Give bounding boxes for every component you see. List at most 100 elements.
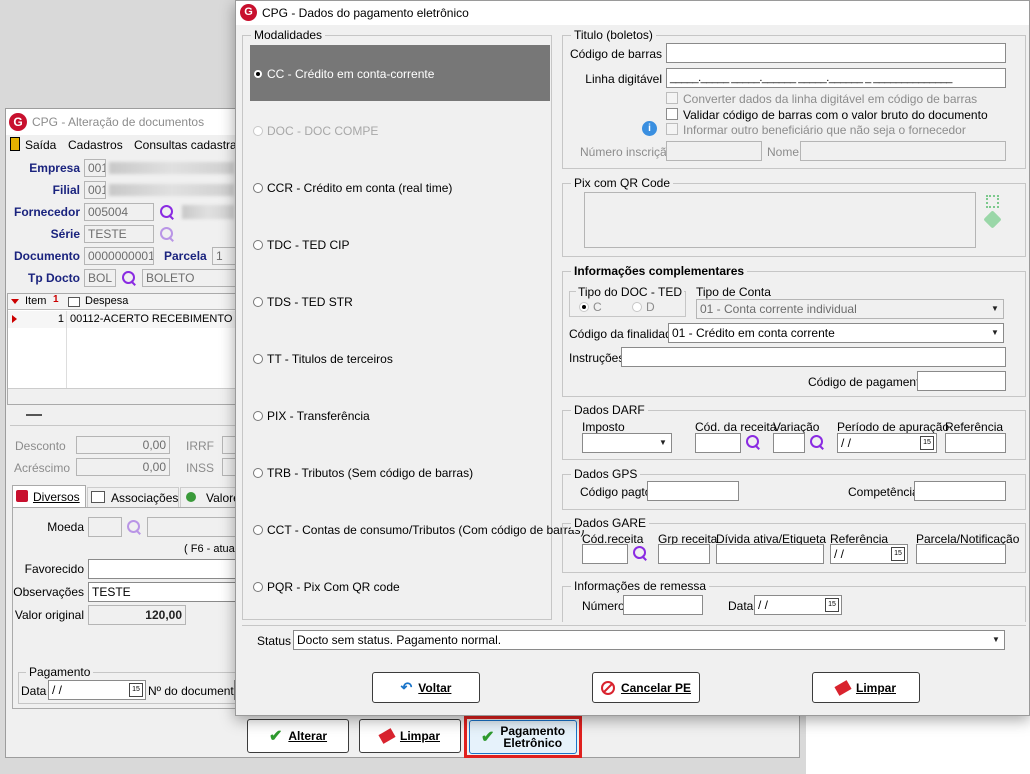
pix-qr-field[interactable] <box>584 192 976 248</box>
search-icon[interactable] <box>127 520 141 534</box>
info-icon[interactable]: i <box>642 121 657 136</box>
numero-inscricao-field[interactable] <box>666 141 762 161</box>
tab-diversos[interactable]: Diversos <box>12 485 86 507</box>
gare-cod-receita-field[interactable] <box>582 544 628 564</box>
serie-field[interactable]: TESTE <box>84 225 154 243</box>
variacao-field[interactable] <box>773 433 805 453</box>
inss-field[interactable] <box>222 458 236 476</box>
parcela-notificacao-field[interactable] <box>916 544 1006 564</box>
grid-scrollbar[interactable] <box>8 388 235 404</box>
tipo-doc-d[interactable]: D <box>632 300 655 314</box>
nome-field[interactable] <box>800 141 1006 161</box>
menu-cadastros[interactable]: Cadastros <box>68 138 123 152</box>
search-icon[interactable] <box>633 546 647 560</box>
empresa-field[interactable]: 001 <box>84 159 106 177</box>
search-icon[interactable] <box>746 435 760 449</box>
col-item[interactable]: Item <box>25 295 46 307</box>
modalidade-doc[interactable]: DOC - DOC COMPE <box>253 124 378 138</box>
radio-icon <box>579 302 589 312</box>
inss-label: INSS <box>186 461 215 475</box>
remessa-data-field[interactable]: / / 15 <box>754 595 842 615</box>
minus-icon[interactable] <box>26 414 42 416</box>
search-icon[interactable] <box>160 205 174 219</box>
tab-associacoes[interactable]: Associações <box>87 487 179 507</box>
tipo-doc-c-label: C <box>593 300 602 314</box>
cod-finalidade-select[interactable]: 01 - Crédito em conta corrente ▼ <box>668 323 1004 343</box>
modalidade-pqr[interactable]: PQR - Pix Com QR code <box>253 580 400 594</box>
col-despesa[interactable]: Despesa <box>85 295 128 307</box>
voltar-button[interactable]: ↶ Voltar <box>372 672 480 703</box>
check-icon: ✔ <box>268 728 283 745</box>
payment-dialog: G CPG - Dados do pagamento eletrônico Mo… <box>235 0 1030 716</box>
remessa-numero-field[interactable] <box>623 595 703 615</box>
modalidade-tds[interactable]: TDS - TED STR <box>253 295 353 309</box>
codigo-pagamento-field[interactable] <box>917 371 1006 391</box>
tipo-doc-c[interactable]: C <box>579 300 602 314</box>
cancelar-pe-button[interactable]: Cancelar PE <box>592 672 700 703</box>
modalidade-pix[interactable]: PIX - Transferência <box>253 409 370 423</box>
search-icon[interactable] <box>810 435 824 449</box>
menu-saida[interactable]: Saída <box>25 138 56 152</box>
search-icon[interactable] <box>160 227 174 241</box>
grid-divider <box>66 311 67 389</box>
documento-field[interactable]: 0000000001 <box>84 247 154 265</box>
filial-name-redacted <box>109 184 234 196</box>
calendar-icon[interactable]: 15 <box>129 683 143 697</box>
gare-title: Dados GARE <box>571 516 650 530</box>
parcela-field[interactable]: 1 <box>212 247 236 265</box>
eraser-icon <box>834 679 852 696</box>
periodo-field[interactable]: / / 15 <box>837 433 937 453</box>
modalidade-ccr[interactable]: CCR - Crédito em conta (real time) <box>253 181 452 195</box>
darf-cod-receita-field[interactable] <box>695 433 741 453</box>
imposto-select[interactable]: ▼ <box>582 433 672 453</box>
divida-field[interactable] <box>716 544 824 564</box>
search-icon[interactable] <box>122 271 136 285</box>
tipo-conta-select[interactable]: 01 - Conta corrente individual ▼ <box>696 299 1004 319</box>
instrucoes-field[interactable] <box>621 347 1006 367</box>
calendar-icon[interactable]: 15 <box>891 547 905 561</box>
grp-receita-field[interactable] <box>658 544 710 564</box>
menu-consultas[interactable]: Consultas cadastrai <box>134 138 239 152</box>
competencia-field[interactable] <box>914 481 1006 501</box>
pagamento-eletronico-button[interactable]: ✔ Pagamento Eletrônico <box>469 720 577 754</box>
moeda-field[interactable] <box>88 517 122 537</box>
modalidade-ccr-label: CCR - Crédito em conta (real time) <box>267 181 453 195</box>
gare-referencia-field[interactable]: / / 15 <box>830 544 908 564</box>
calendar-icon[interactable]: 15 <box>920 436 934 450</box>
filial-field[interactable]: 001 <box>84 181 106 199</box>
modalidade-tdc[interactable]: TDC - TED CIP <box>253 238 349 252</box>
modalidade-trb[interactable]: TRB - Tributos (Sem código de barras) <box>253 466 473 480</box>
modalidade-cc[interactable]: CC - Crédito em conta-corrente <box>253 67 434 81</box>
valor-original-field[interactable]: 120,00 <box>88 605 186 625</box>
dialog-limpar-button[interactable]: Limpar <box>812 672 920 703</box>
validar-checkbox[interactable] <box>666 108 678 120</box>
converter-checkbox[interactable] <box>666 92 678 104</box>
observacoes-field[interactable]: TESTE <box>88 582 240 602</box>
codigo-barras-field[interactable] <box>666 43 1006 63</box>
nome-label: Nome <box>767 145 800 159</box>
acrescimo-field[interactable]: 0,00 <box>76 458 170 476</box>
chevron-down-icon: ▼ <box>992 635 1000 644</box>
codigo-pagto-field[interactable] <box>647 481 739 501</box>
favorecido-field[interactable] <box>88 559 240 579</box>
calendar-icon[interactable]: 15 <box>825 598 839 612</box>
darf-referencia-field[interactable] <box>945 433 1006 453</box>
modalidade-tt[interactable]: TT - Titulos de terceiros <box>253 352 393 366</box>
modalidade-cct[interactable]: CCT - Contas de consumo/Tributos (Com có… <box>253 523 584 537</box>
tab-valores[interactable]: Valore <box>180 487 240 507</box>
desconto-field[interactable]: 0,00 <box>76 436 170 454</box>
limpar-button[interactable]: Limpar <box>359 719 461 753</box>
exit-door-icon[interactable] <box>10 137 20 151</box>
qr-code-icon[interactable] <box>986 195 999 208</box>
items-grid[interactable]: Item 1 Despesa 1 00112-ACERTO RECEBIMENT… <box>7 293 242 405</box>
modalidade-tdc-label: TDC - TED CIP <box>267 238 350 252</box>
linha-digitavel-field[interactable]: _____._____ _____.______ _____.______ _ … <box>666 68 1006 88</box>
fornecedor-field[interactable]: 005004 <box>84 203 154 221</box>
status-select[interactable]: Docto sem status. Pagamento normal. ▼ <box>293 630 1005 650</box>
pagamento-data-field[interactable]: / / 15 <box>48 680 146 700</box>
sort-desc-icon <box>11 299 19 304</box>
tp-docto-code[interactable]: BOL <box>84 269 116 287</box>
alterar-button[interactable]: ✔ Alterar <box>247 719 349 753</box>
irrf-field[interactable] <box>222 436 236 454</box>
informar-checkbox[interactable] <box>666 123 678 135</box>
